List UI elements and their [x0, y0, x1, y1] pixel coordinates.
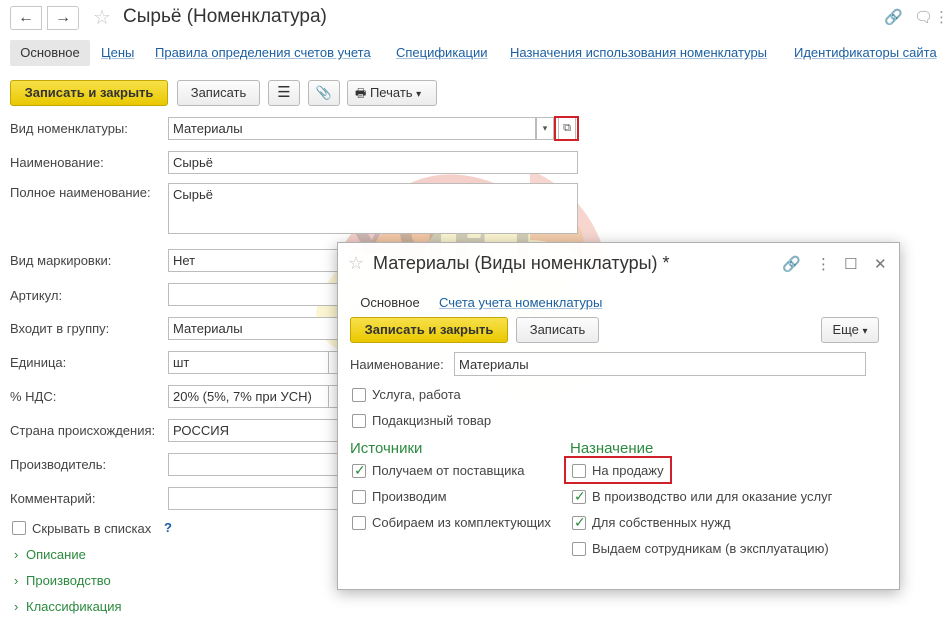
report-icon[interactable]: ☰ — [268, 80, 300, 106]
country-field[interactable]: РОССИЯ — [168, 419, 338, 442]
more-label: Еще — [832, 322, 859, 337]
chevron-down-icon: ▾ — [416, 89, 422, 100]
expander-production[interactable]: › Производство — [14, 573, 111, 588]
name-label: Наименование: — [10, 155, 104, 170]
vid-dropdown[interactable]: ▾ — [536, 117, 554, 140]
dialog-save-button[interactable]: Записать — [516, 317, 599, 343]
excise-checkbox[interactable] — [352, 414, 366, 428]
help-icon[interactable]: ? — [164, 520, 172, 535]
purpose-production-label: В производство или для оказание услуг — [592, 489, 833, 504]
maker-label: Производитель: — [10, 457, 107, 472]
vat-label: % НДС: — [10, 389, 57, 404]
more-icon[interactable]: ⋮ — [816, 255, 831, 273]
dialog-title: Материалы (Виды номенклатуры) * — [373, 253, 670, 273]
hide-checkbox[interactable] — [12, 521, 26, 535]
chevron-down-icon: ▾ — [862, 326, 868, 337]
hide-label: Скрывать в списках — [32, 521, 152, 536]
purpose-own-needs-label: Для собственных нужд — [592, 515, 731, 530]
expander-classification[interactable]: › Классификация — [14, 599, 122, 614]
country-label: Страна происхождения: — [10, 423, 156, 438]
source-supplier-checkbox[interactable] — [352, 462, 366, 479]
source-produce-label: Производим — [372, 489, 447, 504]
group-field[interactable]: Материалы — [168, 317, 338, 340]
marking-label: Вид маркировки: — [10, 253, 112, 268]
chevron-right-icon: › — [14, 547, 19, 562]
print-button[interactable]: 🖶 Печать ▾ — [347, 80, 437, 106]
attach-icon[interactable]: 📎 — [308, 80, 340, 106]
tab-specifications[interactable]: Спецификации — [396, 45, 488, 60]
dialog-save-close-button[interactable]: Записать и закрыть — [350, 317, 508, 343]
maker-field[interactable] — [168, 453, 338, 476]
comment-field[interactable] — [168, 487, 338, 510]
vat-field[interactable]: 20% (5%, 7% при УСН) — [168, 385, 330, 408]
chat-icon[interactable]: 🗨 — [914, 8, 933, 26]
article-label: Артикул: — [10, 288, 63, 303]
dialog-window: ☆ Материалы (Виды номенклатуры) * 🔗 ⋮ ☐ … — [337, 242, 900, 590]
name-field[interactable]: Сырьё — [168, 151, 578, 174]
article-field[interactable] — [168, 283, 338, 306]
back-button[interactable]: ← — [10, 6, 42, 30]
expander-description[interactable]: › Описание — [14, 547, 86, 562]
purpose-employees-checkbox[interactable] — [572, 542, 586, 556]
dialog-tab-main[interactable]: Основное — [350, 291, 430, 315]
vid-label: Вид номенклатуры: — [10, 121, 128, 136]
print-label: Печать — [369, 85, 413, 100]
link-icon[interactable]: 🔗 — [884, 8, 903, 26]
star-icon[interactable]: ☆ — [93, 5, 111, 30]
fullname-field[interactable]: Сырьё — [168, 183, 578, 234]
service-checkbox[interactable] — [352, 388, 366, 402]
source-produce-checkbox[interactable] — [352, 490, 366, 504]
group-label: Входит в группу: — [10, 321, 110, 336]
comment-label: Комментарий: — [10, 491, 96, 506]
service-label: Услуга, работа — [372, 387, 461, 402]
window-title: Сырьё (Номенклатура) — [123, 6, 327, 27]
forward-button[interactable]: → — [47, 6, 79, 30]
link-icon[interactable]: 🔗 — [782, 255, 801, 273]
sources-title: Источники — [350, 440, 423, 457]
tab-prices[interactable]: Цены — [101, 45, 134, 60]
marking-field[interactable]: Нет — [168, 249, 338, 272]
save-close-button[interactable]: Записать и закрыть — [10, 80, 168, 106]
purpose-own-needs-checkbox[interactable] — [572, 514, 586, 531]
tab-site-ids[interactable]: Идентификаторы сайта — [794, 45, 937, 60]
dialog-name-field[interactable]: Материалы — [454, 352, 866, 376]
expander-label: Описание — [26, 547, 86, 562]
dialog-tab-accounts[interactable]: Счета учета номенклатуры — [439, 291, 602, 315]
source-assemble-label: Собираем из комплектующих — [372, 515, 551, 530]
maximize-icon[interactable]: ☐ — [844, 255, 857, 273]
close-icon[interactable]: ✕ — [874, 255, 887, 273]
tab-account-rules[interactable]: Правила определения счетов учета — [155, 45, 371, 60]
unit-label: Единица: — [10, 355, 67, 370]
highlight-sale — [564, 456, 672, 484]
tab-usage-purposes[interactable]: Назначения использования номенклатуры — [510, 45, 767, 60]
tab-main[interactable]: Основное — [10, 40, 90, 66]
fullname-label: Полное наименование: — [10, 185, 151, 200]
star-icon[interactable]: ☆ — [348, 253, 364, 274]
purpose-production-checkbox[interactable] — [572, 488, 586, 505]
save-button[interactable]: Записать — [177, 80, 260, 106]
source-assemble-checkbox[interactable] — [352, 516, 366, 530]
chevron-right-icon: › — [14, 573, 19, 588]
unit-field[interactable]: шт — [168, 351, 330, 374]
expander-label: Производство — [26, 573, 111, 588]
highlight-open — [554, 116, 579, 141]
vid-field[interactable]: Материалы — [168, 117, 536, 140]
purpose-employees-label: Выдаем сотрудникам (в эксплуатацию) — [592, 541, 829, 556]
printer-icon: 🖶 — [355, 86, 367, 100]
excise-label: Подакцизный товар — [372, 413, 492, 428]
dialog-name-label: Наименование: — [350, 357, 444, 372]
chevron-right-icon: › — [14, 599, 19, 614]
expander-label: Классификация — [26, 599, 122, 614]
source-supplier-label: Получаем от поставщика — [372, 463, 525, 478]
purpose-title: Назначение — [570, 440, 654, 457]
more-icon[interactable]: ⋮ — [934, 8, 948, 26]
dialog-more-button[interactable]: Еще ▾ — [821, 317, 879, 343]
